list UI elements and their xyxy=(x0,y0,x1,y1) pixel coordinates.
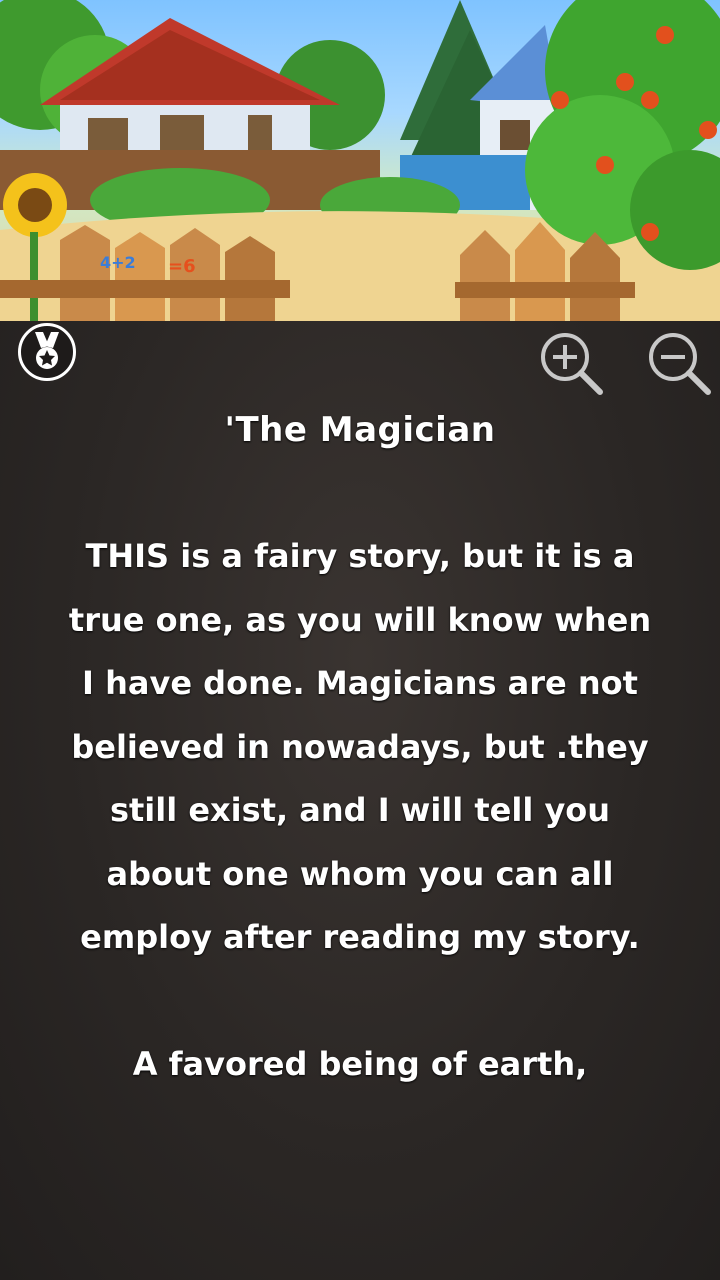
achievements-button[interactable] xyxy=(18,323,76,381)
header-illustration: 4+2 =6 xyxy=(0,0,720,321)
zoom-in-button[interactable] xyxy=(538,330,604,396)
story-paragraph-2: A favored being of earth, xyxy=(132,1044,588,1083)
story-title: 'The Magician xyxy=(224,410,496,450)
sign-left-text: 4+2 xyxy=(100,253,136,272)
zoom-out-button[interactable] xyxy=(646,330,712,396)
story-text: 'The Magician THIS is a fairy story, but… xyxy=(60,398,660,1096)
story-paragraph-1: THIS is a fairy story, but it is a true … xyxy=(68,537,652,956)
zoom-out-icon xyxy=(649,333,711,395)
zoom-in-icon xyxy=(541,333,603,395)
village-scene-image: 4+2 =6 xyxy=(0,0,720,321)
sign-right-text: =6 xyxy=(168,256,196,277)
medal-icon xyxy=(35,332,59,369)
